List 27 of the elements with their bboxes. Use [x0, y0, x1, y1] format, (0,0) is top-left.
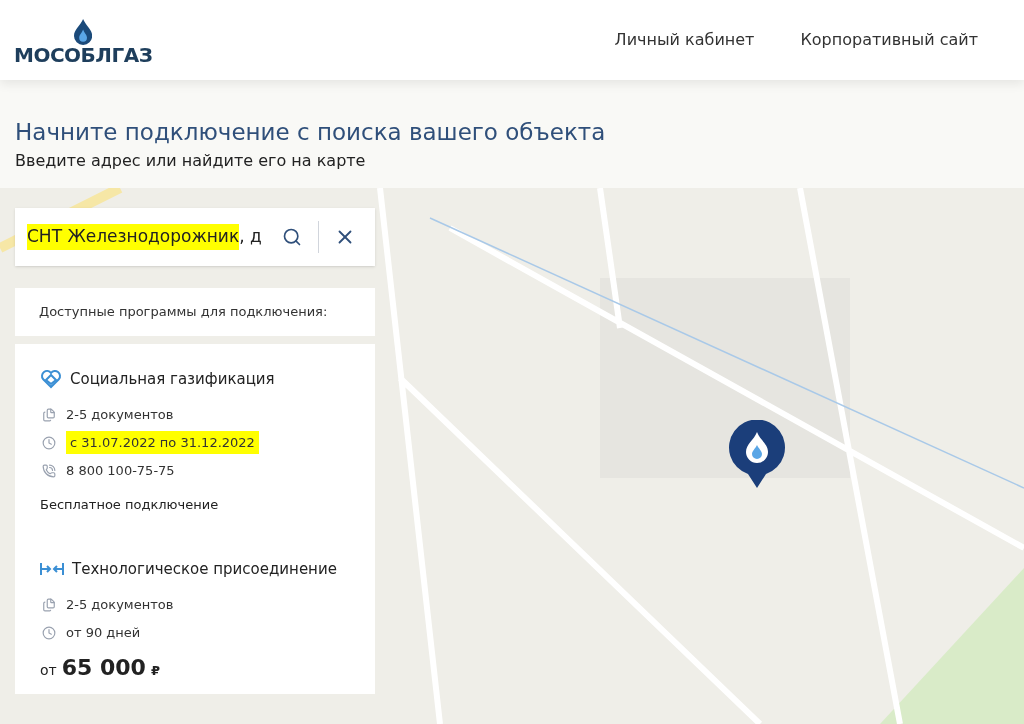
- page-title: Начните подключение с поиска вашего объекта: [15, 118, 607, 147]
- program-detail: 8 800 100-75-75: [66, 461, 175, 480]
- flame-icon: [74, 19, 93, 45]
- documents-icon: [42, 597, 56, 612]
- program-detail: 2-5 документов: [66, 405, 174, 424]
- program-detail: с 31.07.2022 по 31.12.2022: [66, 430, 259, 455]
- heart-icon: [40, 369, 62, 390]
- clock-icon: [42, 625, 56, 640]
- nav-link[interactable]: Корпоративный сайт: [800, 28, 978, 52]
- programs-heading: Доступные программы для подключения:: [39, 303, 328, 322]
- program-detail: от 90 дней: [66, 623, 141, 642]
- nav-link[interactable]: Личный кабинет: [614, 28, 755, 52]
- currency: ₽: [150, 661, 160, 680]
- logo[interactable]: МОСОБЛГАЗ: [14, 15, 153, 65]
- arrows-icon: [40, 561, 64, 578]
- program-detail: 2-5 документов: [66, 595, 174, 614]
- clock-icon: [42, 435, 56, 450]
- program-title: Технологическое присоединение: [72, 559, 337, 580]
- price-prefix: от: [40, 660, 57, 680]
- search-icon: [282, 227, 302, 247]
- phone-icon: [42, 463, 56, 478]
- page-subtitle: Введите адрес или найдите его на карте: [15, 149, 367, 172]
- map-pin-icon[interactable]: [728, 420, 786, 488]
- program-title: Социальная газификация: [70, 369, 275, 390]
- price: 65 000: [61, 653, 146, 682]
- documents-icon: [42, 407, 56, 422]
- program-note: Бесплатное подключение: [40, 495, 220, 514]
